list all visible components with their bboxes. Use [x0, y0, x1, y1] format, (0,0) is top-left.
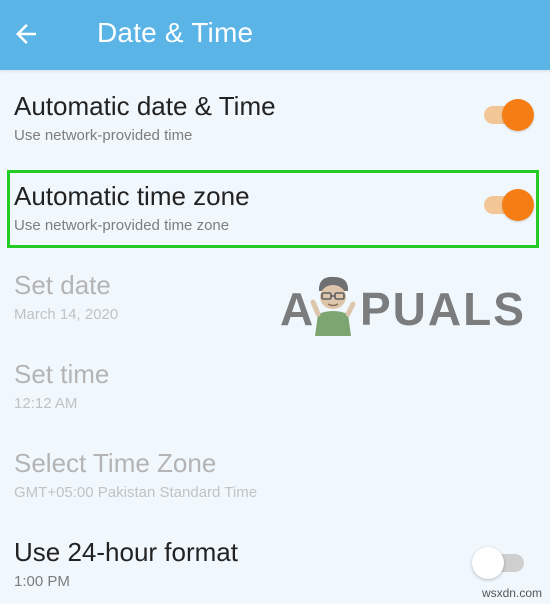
setting-title: Select Time Zone [14, 448, 217, 478]
automatic-time-zone-toggle[interactable] [484, 189, 534, 221]
appuals-watermark: A PUALS [280, 270, 524, 340]
setting-title: Use 24-hour format [14, 537, 238, 567]
app-bar: Date & Time [0, 0, 550, 70]
page-title: Date & Time [97, 17, 254, 48]
setting-title: Set date [14, 270, 111, 300]
setting-automatic-time-zone[interactable]: Automatic time zone Use network-provided… [0, 162, 550, 246]
setting-select-time-zone: Select Time Zone GMT+05:00 Pakistan Stan… [0, 429, 550, 513]
watermark-letters: PUALS [360, 283, 526, 335]
toggle-thumb [502, 99, 534, 131]
setting-title: Automatic date & Time [14, 91, 276, 121]
setting-automatic-date-time[interactable]: Automatic date & Time Use network-provid… [0, 72, 550, 156]
arrow-left-icon [16, 24, 36, 44]
setting-subtitle: Use network-provided time [14, 127, 193, 144]
source-watermark: wsxdn.com [481, 586, 542, 600]
setting-subtitle: GMT+05:00 Pakistan Standard Time [14, 484, 258, 501]
toggle-thumb [502, 189, 534, 221]
setting-24-hour-format[interactable]: Use 24-hour format 1:00 PM [0, 518, 550, 602]
mascot-icon [310, 276, 356, 336]
automatic-date-time-toggle[interactable] [484, 99, 534, 131]
setting-subtitle: March 14, 2020 [14, 306, 119, 323]
setting-title: Automatic time zone [14, 181, 250, 211]
setting-set-time: Set time 12:12 AM [0, 340, 550, 424]
setting-subtitle: Use network-provided time zone [14, 217, 230, 234]
24-hour-format-toggle[interactable] [472, 547, 524, 579]
back-button[interactable] [6, 14, 46, 54]
setting-title: Set time [14, 359, 110, 389]
setting-subtitle: 1:00 PM [14, 573, 70, 590]
setting-subtitle: 12:12 AM [14, 395, 78, 412]
toggle-thumb [472, 547, 504, 579]
